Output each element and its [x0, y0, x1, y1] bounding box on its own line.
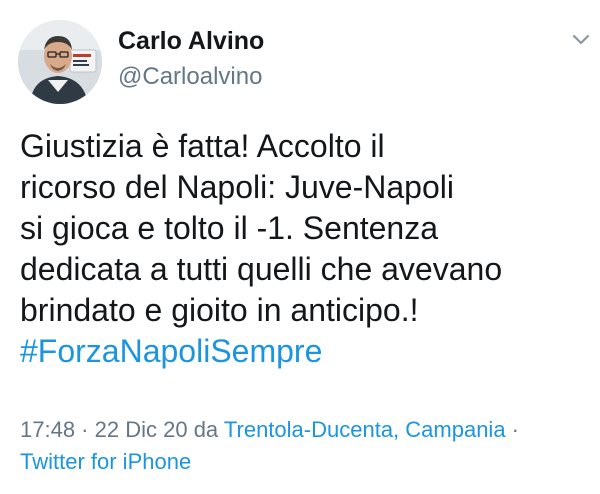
location-link[interactable]: Trentola-Ducenta, Campania: [224, 417, 506, 442]
hashtag-link[interactable]: #ForzaNapoliSempre: [20, 333, 322, 369]
tweet-text-line: dedicata a tutti quelli che avevano: [20, 251, 503, 287]
avatar[interactable]: [18, 20, 102, 104]
tweet-text-line: brindato e gioito in anticipo.!: [20, 292, 419, 328]
author-handle[interactable]: @Carloalvino: [118, 62, 262, 92]
location-prefix: da: [187, 417, 224, 442]
more-options-button[interactable]: [568, 28, 594, 50]
author-name[interactable]: Carlo Alvino: [118, 26, 264, 56]
tweet-text-line: Giustizia è fatta! Accolto il: [20, 128, 385, 164]
chevron-down-icon: [572, 34, 590, 45]
tweet-date[interactable]: 22 Dic 20: [95, 417, 188, 442]
tweet-metadata: 17:48 · 22 Dic 20 da Trentola-Ducenta, C…: [20, 414, 595, 478]
separator: ·: [505, 417, 520, 442]
profile-photo-icon: [18, 20, 102, 104]
tweet-time[interactable]: 17:48: [20, 417, 75, 442]
tweet-text: Giustizia è fatta! Accolto il ricorso de…: [20, 126, 590, 372]
tweet-text-line: si gioca e tolto il -1. Sentenza: [20, 210, 439, 246]
source-link[interactable]: Twitter for iPhone: [20, 449, 191, 474]
tweet-text-line: ricorso del Napoli: Juve-Napoli: [20, 169, 454, 205]
separator: ·: [75, 417, 95, 442]
tweet-card: Carlo Alvino @Carloalvino Giustizia è fa…: [0, 0, 600, 494]
